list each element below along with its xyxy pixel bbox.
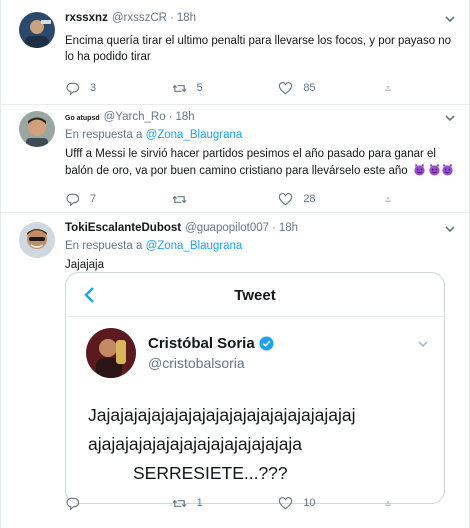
embed-line: Jajajajajajajajajajajajajajajajajajajaj <box>88 405 356 425</box>
embedded-tweet-image[interactable]: Tweet Cristóbal Soria @cristobalsoria Ja… <box>65 272 445 504</box>
avatar[interactable] <box>19 111 55 147</box>
retweet-button[interactable]: 1 <box>172 496 242 511</box>
share-button[interactable] <box>385 81 401 96</box>
user-handle[interactable]: @guapopilot007 <box>185 222 269 234</box>
retweet-button[interactable] <box>172 192 242 207</box>
embed-title: Tweet <box>234 287 276 304</box>
retweet-button[interactable]: 5 <box>172 81 242 96</box>
embed-author-name: Cristóbal Soria <box>148 335 274 352</box>
display-name[interactable]: Go atupsd <box>65 115 100 122</box>
display-name[interactable]: rxssxnz <box>65 12 108 24</box>
like-count: 85 <box>303 82 316 94</box>
tweet-actions: 7 28 <box>65 191 401 207</box>
smiling-devil-emoji <box>429 162 440 176</box>
like-count: 28 <box>303 193 316 205</box>
mention-link[interactable]: @Zona_Blaugrana <box>146 240 243 252</box>
share-icon <box>385 500 391 506</box>
verified-badge-icon <box>259 336 274 351</box>
reply-button[interactable]: 7 <box>65 192 135 207</box>
tweet-text: Encima quería tirar el ultimo penalti pa… <box>65 35 452 63</box>
reply-icon <box>66 82 80 95</box>
share-button[interactable] <box>385 496 401 511</box>
user-handle[interactable]: @Yarch_Ro <box>104 111 166 123</box>
like-icon <box>279 496 293 509</box>
user-handle[interactable]: @rxsszCR <box>112 12 167 24</box>
like-button[interactable]: 10 <box>278 496 348 511</box>
like-button[interactable]: 85 <box>278 81 348 96</box>
reply-count: 3 <box>90 82 97 94</box>
timestamp[interactable]: 18h <box>175 111 194 123</box>
tweet-feed: rxssxnz @rxsszCR · 18h Encima quería tir… <box>0 0 470 528</box>
separator-dot: · <box>169 12 174 24</box>
chevron-down-icon[interactable] <box>443 111 457 125</box>
chevron-down-icon <box>418 341 428 348</box>
tweet-text: Ufff a Messi le sirvió hacer partidos pe… <box>65 147 457 179</box>
tweet-text-body: Ufff a Messi le sirvió hacer partidos pe… <box>65 148 436 177</box>
like-count: 10 <box>303 497 316 509</box>
chevron-down-icon[interactable] <box>443 222 457 236</box>
embed-header: Tweet <box>66 273 444 317</box>
retweet-icon <box>172 499 187 507</box>
like-icon <box>279 192 293 205</box>
embed-line: SERRESIETE...??? <box>133 463 288 483</box>
smiling-devil-emoji <box>442 162 453 176</box>
tweet-go-atupsd[interactable]: Go atupsd @Yarch_Ro · 18h En respuesta a… <box>1 105 469 213</box>
embed-line: ajajajajajajajajajajajajajajaja <box>88 434 303 454</box>
reply-prefix: En respuesta a <box>65 240 143 252</box>
display-name[interactable]: TokiEscalanteDubost <box>65 222 181 234</box>
reply-button[interactable]: 3 <box>65 81 135 96</box>
tweet-tokiescalantedubost[interactable]: TokiEscalanteDubost @guapopilot007 · 18h… <box>1 213 469 528</box>
embed-author-handle: @cristobalsoria <box>148 355 245 371</box>
share-button[interactable] <box>385 192 401 207</box>
timestamp[interactable]: 18h <box>279 222 298 234</box>
embed-name-text: Cristóbal Soria <box>148 335 255 352</box>
avatar[interactable] <box>19 12 55 48</box>
tweet-actions: 3 5 85 <box>65 80 401 96</box>
reply-context: En respuesta a @Zona_Blaugrana <box>65 240 457 255</box>
timestamp[interactable]: 18h <box>177 12 196 24</box>
reply-button[interactable] <box>65 496 135 511</box>
separator-dot: · <box>272 222 276 234</box>
separator-dot: · <box>168 111 173 123</box>
mention-link[interactable]: @Zona_Blaugrana <box>146 129 243 141</box>
embed-avatar <box>86 328 136 378</box>
retweet-icon <box>172 195 187 203</box>
retweet-count: 1 <box>196 497 203 509</box>
reply-icon <box>66 497 80 510</box>
retweet-count: 5 <box>196 82 203 94</box>
chevron-down-icon[interactable] <box>443 12 457 26</box>
reply-count: 7 <box>90 193 97 205</box>
avatar[interactable] <box>19 222 55 258</box>
embed-tweet-text: Jajajajajajajajajajajajajajajajajajajaj … <box>88 401 438 488</box>
reply-context: En respuesta a @Zona_Blaugrana <box>65 129 457 144</box>
share-icon <box>385 85 391 91</box>
tweet-rxssxnz[interactable]: rxssxnz @rxsszCR · 18h Encima quería tir… <box>1 0 469 105</box>
reply-prefix: En respuesta a <box>65 129 143 141</box>
reply-icon <box>66 193 80 206</box>
smiling-devil-emoji <box>414 162 425 176</box>
retweet-icon <box>172 84 187 92</box>
like-button[interactable]: 28 <box>278 192 348 207</box>
tweet-actions: 1 10 <box>65 495 401 511</box>
share-icon <box>385 196 391 202</box>
like-icon <box>279 81 293 94</box>
